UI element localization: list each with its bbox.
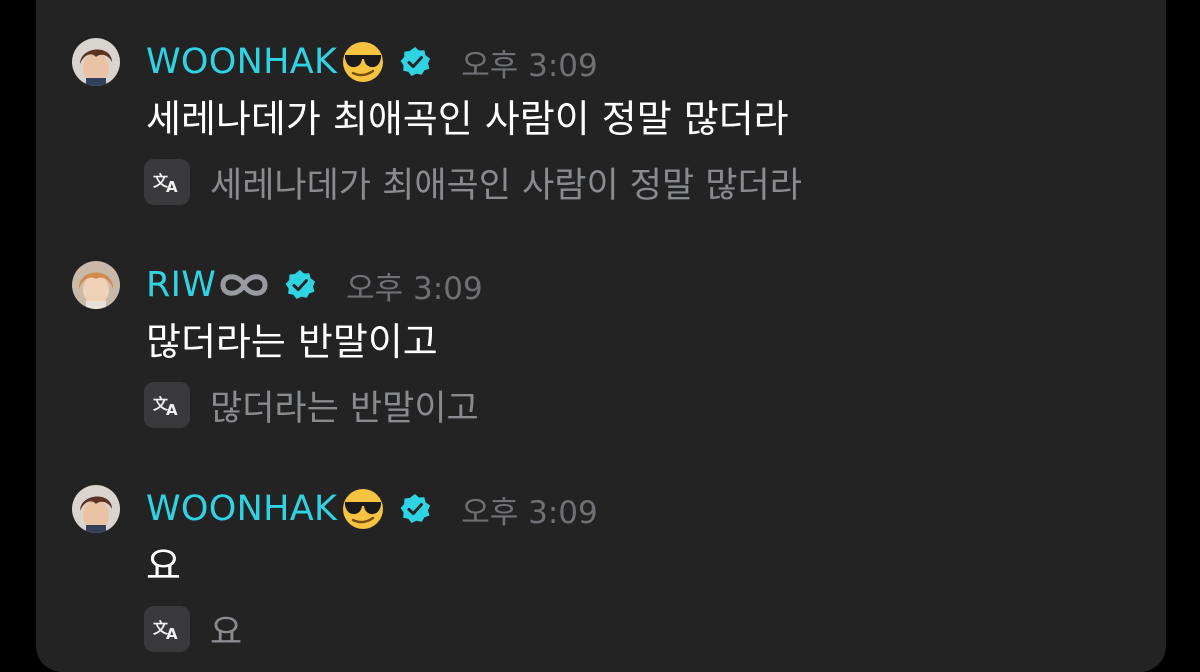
verified-badge-icon (399, 493, 431, 525)
timestamp: 오후 3:09 (461, 47, 598, 84)
timestamp: 오후 3:09 (461, 494, 598, 531)
sunglasses-face-icon (341, 487, 385, 531)
translate-icon[interactable]: 文 A (144, 606, 190, 652)
username[interactable]: WOONHAK (146, 489, 337, 529)
translate-icon[interactable]: 文 A (144, 382, 190, 428)
message-header: WOONHAK 오후 3:09 (146, 485, 598, 533)
username[interactable]: RIW (146, 265, 216, 305)
avatar[interactable] (72, 38, 120, 86)
sunglasses-face-icon (341, 40, 385, 84)
verified-badge-icon (284, 269, 316, 301)
verified-badge-icon (399, 46, 431, 78)
translation-text: 요 (210, 612, 243, 653)
translation-text: 세레나데가 최애곡인 사람이 정말 많더라 (210, 165, 802, 206)
translation-row: 文 A 요 (144, 605, 242, 653)
svg-text:A: A (166, 625, 178, 643)
message-header: WOONHAK 오후 3:09 (146, 38, 598, 86)
translate-icon[interactable]: 文 A (144, 159, 190, 205)
infinity-icon (218, 269, 270, 301)
translation-text: 많더라는 반말이고 (210, 388, 479, 429)
translation-row: 文 A 많더라는 반말이고 (144, 381, 479, 429)
message-text: 많더라는 반말이고 (146, 320, 438, 364)
translation-row: 文 A 세레나데가 최애곡인 사람이 정말 많더라 (144, 158, 802, 206)
svg-text:A: A (166, 401, 178, 419)
message-text: 요 (146, 544, 181, 588)
avatar[interactable] (72, 485, 120, 533)
chat-panel: WOONHAK 오후 3:09 세레나데가 최애곡인 사람이 정말 많더라 文 … (36, 0, 1166, 672)
username[interactable]: WOONHAK (146, 42, 337, 82)
avatar[interactable] (72, 261, 120, 309)
message-text: 세레나데가 최애곡인 사람이 정말 많더라 (146, 97, 789, 141)
message-header: RIW 오후 3:09 (146, 261, 483, 309)
timestamp: 오후 3:09 (346, 270, 483, 307)
svg-text:A: A (166, 178, 178, 196)
